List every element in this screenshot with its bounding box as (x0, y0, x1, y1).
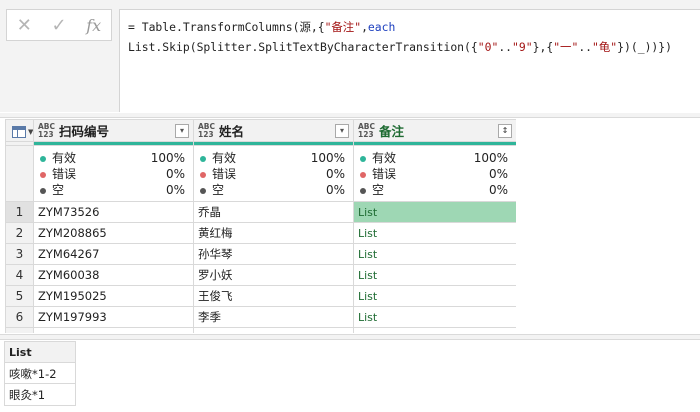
row-number[interactable]: 4 (5, 264, 34, 286)
column-quality: 有效 100% 错误 0% 空 0% (193, 145, 354, 202)
table-row[interactable]: 6 ZYM197993 李季 List (5, 306, 516, 328)
row-number[interactable]: 2 (5, 222, 34, 244)
cell-name[interactable]: 黄红梅 (193, 222, 354, 244)
error-dot-icon (360, 171, 366, 178)
valid-dot-icon (360, 155, 366, 162)
formula-string: "0" (477, 40, 499, 54)
table-row-partial (5, 327, 516, 333)
cell-code[interactable]: ZYM60038 (33, 264, 194, 286)
cell-name[interactable]: 李季 (193, 306, 354, 328)
list-preview-panel: List 咳嗽*1-2 眼灸*1 (4, 341, 76, 406)
formula-text: },{ (532, 40, 554, 54)
list-item[interactable]: 眼灸*1 (5, 384, 75, 405)
row-number[interactable]: 6 (5, 306, 34, 328)
fx-icon[interactable]: fx (86, 16, 101, 35)
data-grid: ▼ ABC 123 扫码编号 ▾ ABC 123 姓名 ▾ ABC 123 备注 ↕ (5, 119, 516, 333)
data-table: ▼ ABC 123 扫码编号 ▾ ABC 123 姓名 ▾ ABC 123 备注 ↕ (5, 119, 516, 333)
error-dot-icon (200, 171, 206, 178)
formula-keyword: each (367, 20, 396, 34)
formula-string: "9" (512, 40, 533, 54)
cell-code[interactable]: ZYM208865 (33, 222, 194, 244)
table-icon: ▼ (7, 123, 33, 138)
formula-text: = Table.TransformColumns(源,{ (128, 20, 325, 34)
column-quality: 有效 100% 错误 0% 空 0% (33, 145, 194, 202)
empty-dot-icon (40, 187, 46, 194)
column-quality-row: 有效 100% 错误 0% 空 0% 有效 100% 错误 0% 空 0% 有效 100% 错… (5, 145, 516, 202)
cell-list-link[interactable]: List (353, 222, 516, 244)
formula-text: })(_))}) (617, 40, 673, 54)
table-row[interactable]: 3 ZYM64267 孙华琴 List (5, 243, 516, 265)
column-header-name[interactable]: ABC 123 姓名 ▾ (193, 119, 354, 142)
cell-code[interactable]: ZYM64267 (33, 243, 194, 265)
table-row[interactable]: 2 ZYM208865 黄红梅 List (5, 222, 516, 244)
filter-dropdown-icon[interactable]: ▾ (335, 124, 349, 138)
formula-text: .. (498, 40, 513, 54)
formula-string: "龟" (592, 40, 618, 54)
formula-text: .. (578, 40, 593, 54)
table-row[interactable]: 4 ZYM60038 罗小妖 List (5, 264, 516, 286)
column-header-note[interactable]: ABC 123 备注 ↕ (353, 119, 516, 142)
formula-text: , (361, 20, 368, 34)
cell-code[interactable]: ZYM197993 (33, 306, 194, 328)
formula-input[interactable]: = Table.TransformColumns(源,{"备注",each Li… (119, 9, 700, 112)
expand-column-icon[interactable]: ↕ (498, 124, 512, 138)
column-name: 备注 (379, 124, 405, 139)
valid-dot-icon (40, 155, 46, 162)
cell-name[interactable]: 王俊飞 (193, 285, 354, 307)
formula-string: "一" (553, 40, 579, 54)
cell-name[interactable]: 乔晶 (193, 201, 354, 223)
table-menu-button[interactable]: ▼ (5, 119, 34, 142)
cell-list-link[interactable]: List (353, 201, 516, 223)
list-item[interactable]: 咳嗽*1-2 (5, 363, 75, 384)
row-number[interactable]: 1 (5, 201, 34, 223)
cell-code[interactable]: ZYM195025 (33, 285, 194, 307)
cell-list-link[interactable]: List (353, 264, 516, 286)
cell-name[interactable]: 罗小妖 (193, 264, 354, 286)
column-name: 扫码编号 (59, 124, 110, 139)
cell-list-link[interactable]: List (353, 285, 516, 307)
cell-list-link[interactable]: List (353, 306, 516, 328)
column-name: 姓名 (219, 124, 245, 139)
valid-dot-icon (200, 155, 206, 162)
check-icon[interactable]: ✓ (52, 15, 67, 36)
formula-text: List.Skip(Splitter.SplitTextByCharacterT… (128, 40, 478, 54)
header-row: ▼ ABC 123 扫码编号 ▾ ABC 123 姓名 ▾ ABC 123 备注 ↕ (5, 119, 516, 142)
cell-code[interactable]: ZYM73526 (33, 201, 194, 223)
empty-dot-icon (200, 187, 206, 194)
formula-buttons: ✕ ✓ fx (6, 9, 112, 41)
formula-bar: ✕ ✓ fx = Table.TransformColumns(源,{"备注",… (0, 0, 700, 112)
cell-name[interactable]: 孙华琴 (193, 243, 354, 265)
filter-dropdown-icon[interactable]: ▾ (175, 124, 189, 138)
cell-list-link[interactable]: List (353, 243, 516, 265)
table-row[interactable]: 1 ZYM73526 乔晶 List (5, 201, 516, 223)
error-dot-icon (40, 171, 46, 178)
type-any-icon[interactable]: ABC 123 (38, 122, 55, 139)
column-header-code[interactable]: ABC 123 扫码编号 ▾ (33, 119, 194, 142)
close-icon[interactable]: ✕ (17, 15, 32, 36)
type-any-icon[interactable]: ABC 123 (198, 122, 215, 139)
list-preview-header: List (5, 342, 75, 363)
empty-dot-icon (360, 187, 366, 194)
type-any-icon[interactable]: ABC 123 (358, 122, 375, 139)
divider (0, 113, 700, 118)
table-row[interactable]: 5 ZYM195025 王俊飞 List (5, 285, 516, 307)
row-number[interactable]: 3 (5, 243, 34, 265)
row-number[interactable]: 5 (5, 285, 34, 307)
formula-string: "备注" (324, 20, 362, 34)
pane-divider[interactable] (0, 334, 700, 340)
column-quality: 有效 100% 错误 0% 空 0% (353, 145, 516, 202)
